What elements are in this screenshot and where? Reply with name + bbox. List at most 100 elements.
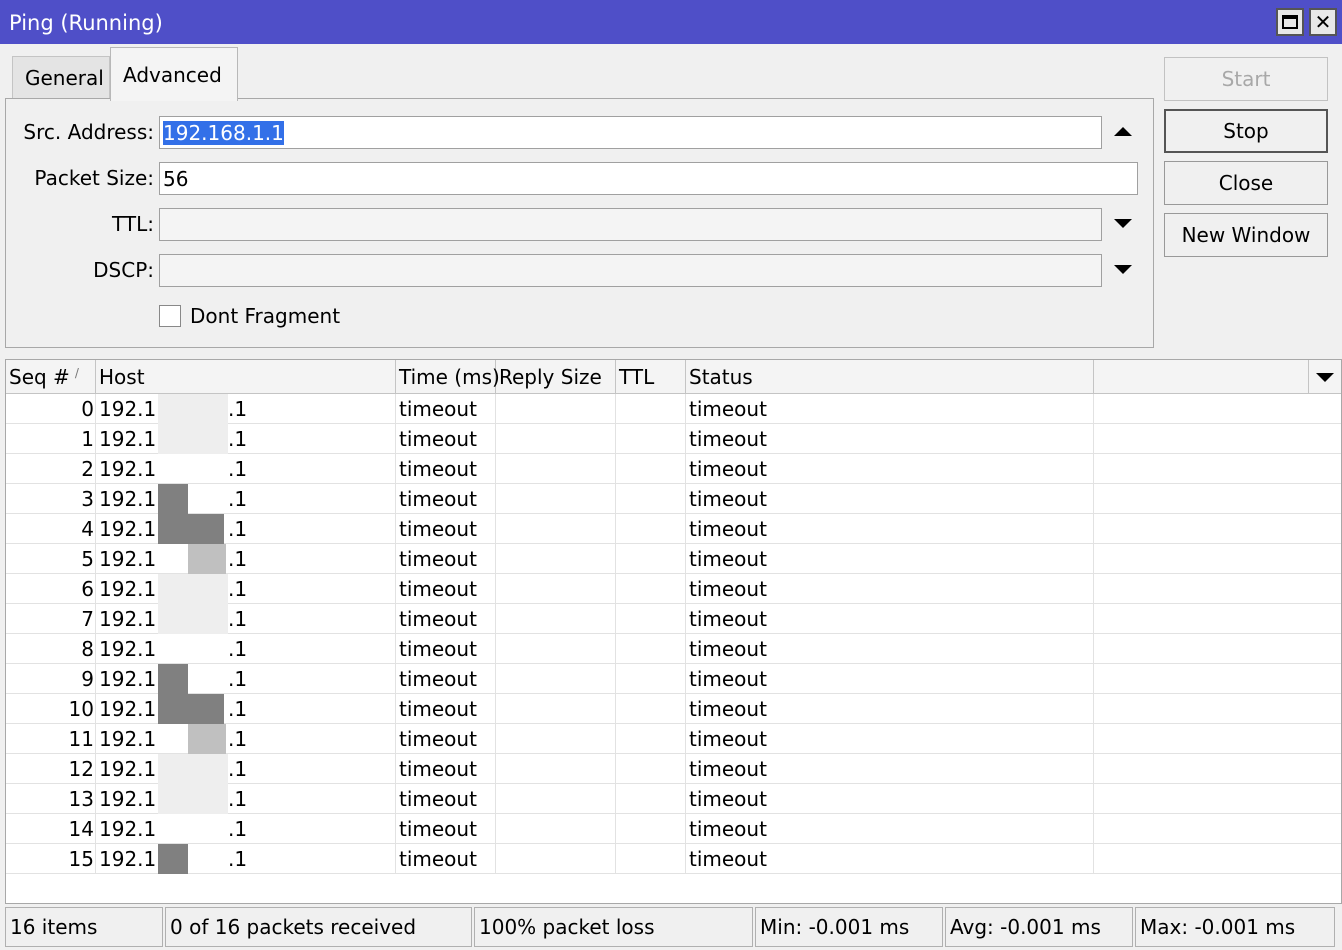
new-window-button[interactable]: New Window (1164, 213, 1328, 257)
column-divider (495, 664, 496, 694)
dscp-dropdown-icon[interactable] (1114, 265, 1132, 274)
table-row[interactable]: 11 192.1 .1 timeout timeout (6, 724, 1341, 754)
collapse-up-icon[interactable] (1114, 127, 1132, 136)
redaction-block (158, 484, 188, 514)
column-divider (95, 814, 96, 844)
cell-time: timeout (399, 397, 477, 421)
column-divider (615, 454, 616, 484)
cell-seq: 8 (81, 637, 94, 661)
table-row[interactable]: 6 192.1 .1 timeout timeout (6, 574, 1341, 604)
cell-seq: 15 (68, 847, 94, 871)
cell-time: timeout (399, 577, 477, 601)
column-divider (615, 754, 616, 784)
src-address-field[interactable]: 192.168.1.1 (159, 116, 1102, 149)
cell-reply-size (499, 634, 609, 664)
column-divider (615, 514, 616, 544)
column-menu-icon[interactable] (1316, 373, 1334, 382)
cell-status: timeout (689, 457, 767, 481)
column-host[interactable]: Host (96, 360, 396, 394)
table-row[interactable]: 5 192.1 .1 timeout timeout (6, 544, 1341, 574)
status-avg: Avg: -0.001 ms (945, 907, 1133, 947)
column-divider (495, 574, 496, 604)
column-divider (495, 814, 496, 844)
dont-fragment-checkbox[interactable] (159, 305, 181, 327)
ttl-label: TTL: (112, 212, 154, 236)
packet-size-label: Packet Size: (34, 166, 154, 190)
cell-status: timeout (689, 847, 767, 871)
column-time[interactable]: Time (ms) (396, 360, 500, 394)
column-divider (615, 424, 616, 454)
column-divider (615, 814, 616, 844)
column-divider (395, 724, 396, 754)
column-seq[interactable]: Seq # / (6, 360, 96, 394)
table-row[interactable]: 12 192.1 .1 timeout timeout (6, 754, 1341, 784)
cell-ttl (619, 664, 679, 694)
column-divider (95, 784, 96, 814)
table-row[interactable]: 1 192.1 .1 timeout timeout (6, 424, 1341, 454)
cell-host-suffix: .1 (228, 457, 248, 481)
column-ttl[interactable]: TTL (616, 360, 686, 394)
table-row[interactable]: 9 192.1 .1 timeout timeout (6, 664, 1341, 694)
cell-reply-size (499, 814, 609, 844)
column-divider (685, 394, 686, 424)
column-divider (1093, 394, 1094, 424)
status-received: 0 of 16 packets received (165, 907, 472, 947)
table-row[interactable]: 15 192.1 .1 timeout timeout (6, 844, 1341, 874)
table-row[interactable]: 0 192.1 .1 timeout timeout (6, 394, 1341, 424)
column-divider (685, 454, 686, 484)
tab-general[interactable]: General (12, 56, 110, 98)
packet-size-field[interactable]: 56 (159, 162, 1138, 195)
cell-host: 192.1 (99, 847, 157, 871)
cell-host-suffix: .1 (228, 607, 248, 631)
cell-host: 192.1 (99, 667, 157, 691)
stop-button[interactable]: Stop (1164, 109, 1328, 153)
table-row[interactable]: 2 192.1 .1 timeout timeout (6, 454, 1341, 484)
column-divider (495, 844, 496, 874)
cell-host-suffix: .1 (228, 757, 248, 781)
status-loss: 100% packet loss (474, 907, 753, 947)
cell-time: timeout (399, 637, 477, 661)
close-button[interactable]: Close (1164, 161, 1328, 205)
maximize-button[interactable] (1276, 8, 1304, 36)
column-divider (615, 544, 616, 574)
close-icon: ✕ (1314, 10, 1332, 34)
cell-ttl (619, 694, 679, 724)
column-divider (95, 574, 96, 604)
cell-status: timeout (689, 487, 767, 511)
cell-host: 192.1 (99, 457, 157, 481)
cell-ttl (619, 634, 679, 664)
table-row[interactable]: 13 192.1 .1 timeout timeout (6, 784, 1341, 814)
redaction-block (158, 844, 188, 874)
column-divider (395, 604, 396, 634)
ttl-field[interactable] (159, 208, 1102, 241)
column-reply-size[interactable]: Reply Size (496, 360, 616, 394)
cell-ttl (619, 844, 679, 874)
cell-host: 192.1 (99, 727, 157, 751)
title-bar[interactable]: Ping (Running) ✕ (0, 0, 1342, 44)
close-window-button[interactable]: ✕ (1309, 8, 1337, 36)
column-divider (685, 664, 686, 694)
column-divider (1093, 784, 1094, 814)
dscp-field[interactable] (159, 254, 1102, 287)
tab-advanced[interactable]: Advanced (110, 47, 238, 101)
table-row[interactable]: 4 192.1 .1 timeout timeout (6, 514, 1341, 544)
cell-status: timeout (689, 727, 767, 751)
ttl-dropdown-icon[interactable] (1114, 219, 1132, 228)
cell-reply-size (499, 394, 609, 424)
results-table: Seq # / Host Time (ms) Reply Size TTL St… (5, 359, 1342, 904)
column-divider (95, 484, 96, 514)
table-row[interactable]: 14 192.1 .1 timeout timeout (6, 814, 1341, 844)
table-row[interactable]: 7 192.1 .1 timeout timeout (6, 604, 1341, 634)
cell-host: 192.1 (99, 787, 157, 811)
table-row[interactable]: 3 192.1 .1 timeout timeout (6, 484, 1341, 514)
maximize-icon (1282, 15, 1298, 29)
cell-time: timeout (399, 787, 477, 811)
cell-host: 192.1 (99, 517, 157, 541)
table-row[interactable]: 8 192.1 .1 timeout timeout (6, 634, 1341, 664)
column-divider (1093, 454, 1094, 484)
column-divider (615, 844, 616, 874)
start-button[interactable]: Start (1164, 57, 1328, 101)
cell-reply-size (499, 724, 609, 754)
table-row[interactable]: 10 192.1 .1 timeout timeout (6, 694, 1341, 724)
column-status[interactable]: Status (686, 360, 1094, 394)
